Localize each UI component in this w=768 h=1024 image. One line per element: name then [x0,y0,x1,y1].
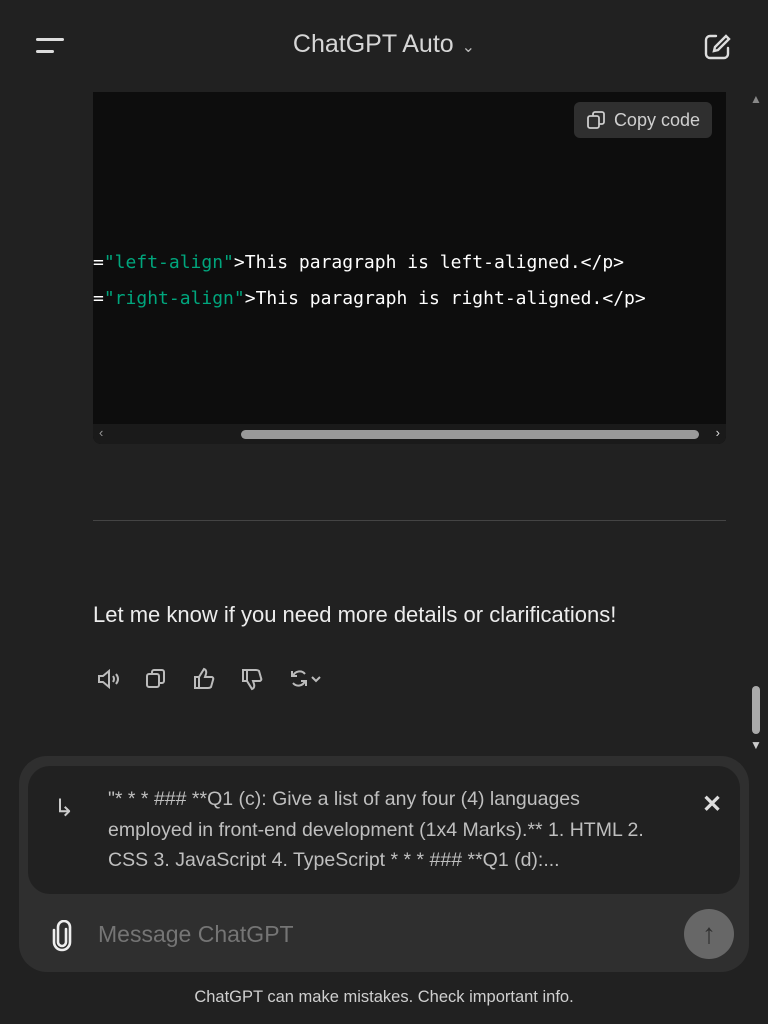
copy-code-button[interactable]: Copy code [573,102,712,138]
model-title: ChatGPT Auto [292,30,454,58]
copy-icon [587,111,605,129]
send-button[interactable]: ↑ [684,909,734,959]
disclaimer: ChatGPT can make mistakes. Check importa… [194,988,574,1006]
message-actions [95,666,323,692]
message-input[interactable] [96,920,640,949]
reply-arrow-icon: ↳ [54,795,75,822]
vertical-scrollbar-thumb[interactable] [752,686,760,734]
quoted-text: "* * * ### **Q1 (c): Give a list of any … [108,788,644,871]
model-selector[interactable]: ChatGPT Auto ⌄ [0,30,768,59]
scroll-down-icon[interactable]: ▼ [750,738,762,752]
read-aloud-icon[interactable] [95,666,121,692]
arrow-up-icon: ↑ [702,918,716,949]
quoted-reply: ↳ "* * * ### **Q1 (c): Give a list of an… [28,766,740,894]
scrollbar-thumb[interactable] [241,430,699,439]
scroll-right-icon[interactable]: › [716,425,720,440]
attach-icon[interactable] [49,920,75,952]
code-line: ="right-align">This paragraph is right-a… [93,288,646,309]
copy-code-label: Copy code [613,109,700,130]
scroll-left-icon[interactable]: ‹ [99,425,103,440]
new-chat-icon[interactable] [702,32,732,62]
thumbs-down-icon[interactable] [239,666,265,692]
code-block: Copy code ="left-align">This paragraph i… [93,92,726,444]
composer: ↳ "* * * ### **Q1 (c): Give a list of an… [19,756,749,972]
thumbs-up-icon[interactable] [191,666,217,692]
copy-icon[interactable] [143,666,169,692]
regenerate-icon[interactable] [287,666,323,692]
close-icon[interactable]: ✕ [702,790,722,819]
scroll-up-icon[interactable]: ▲ [750,92,762,106]
code-line: ="left-align">This paragraph is left-ali… [93,252,625,273]
horizontal-scrollbar[interactable]: ‹ › [93,424,726,444]
header: ChatGPT Auto ⌄ [0,0,768,92]
chevron-down-icon: ⌄ [461,39,476,56]
divider [93,520,726,521]
assistant-message: Let me know if you need more details or … [93,602,617,627]
vertical-scrollbar[interactable]: ▲ ▼ [748,92,764,752]
